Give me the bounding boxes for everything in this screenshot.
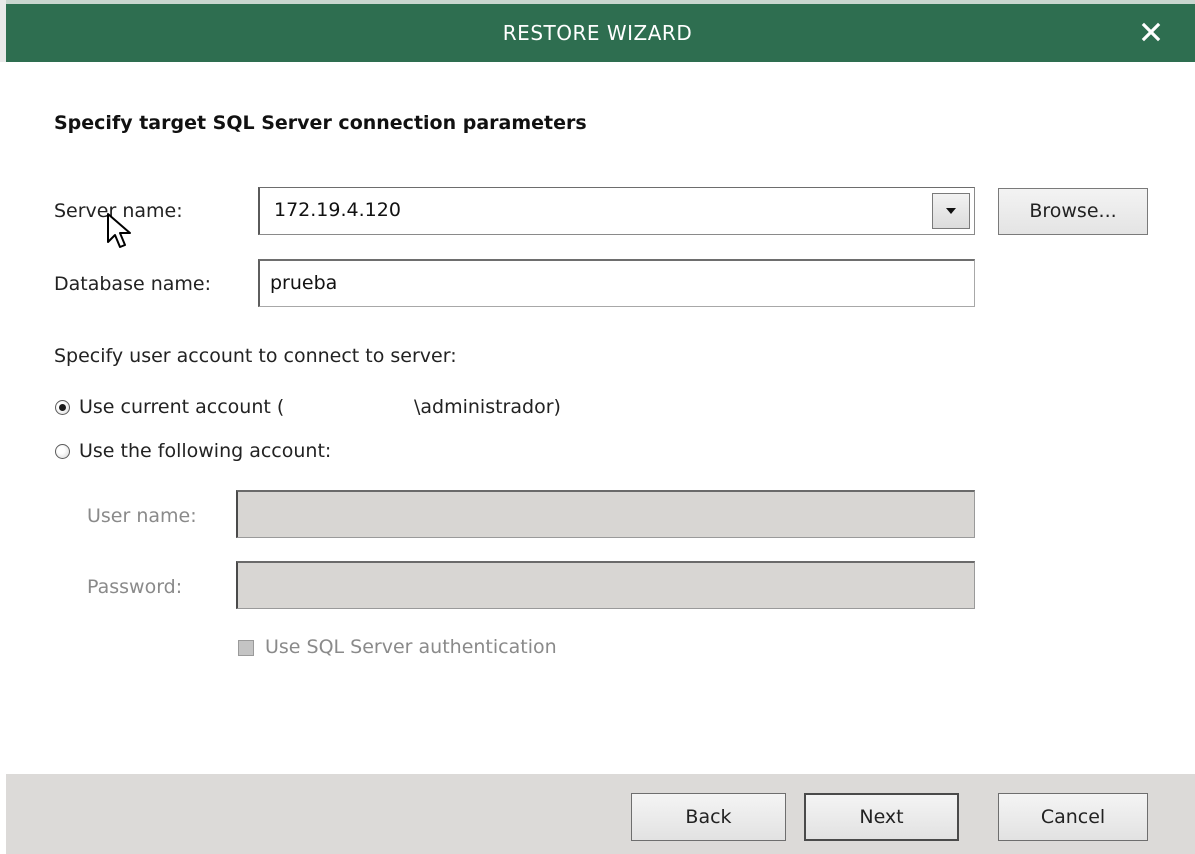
close-icon[interactable] (1137, 18, 1165, 46)
user-name-input[interactable] (236, 490, 975, 538)
server-name-label: Server name: (54, 200, 183, 222)
current-account-label[interactable]: Use current account ( (79, 396, 284, 418)
title-bar: RESTORE WIZARD (0, 0, 1195, 62)
database-name-input[interactable]: prueba (258, 259, 975, 307)
following-account-label[interactable]: Use the following account: (79, 440, 331, 462)
browse-button[interactable]: Browse... (998, 188, 1148, 235)
current-account-radio[interactable] (55, 400, 70, 415)
window-title: RESTORE WIZARD (502, 21, 693, 45)
window-edge (0, 0, 6, 62)
chevron-down-icon (946, 208, 956, 214)
sql-auth-checkbox[interactable] (238, 640, 254, 656)
server-name-combobox[interactable]: 172.19.4.120 (258, 187, 975, 235)
current-account-suffix: \administrador) (414, 396, 561, 418)
password-input[interactable] (236, 561, 975, 609)
next-button[interactable]: Next (804, 793, 959, 841)
following-account-radio[interactable] (55, 444, 70, 459)
server-name-value: 172.19.4.120 (274, 199, 401, 221)
account-prompt: Specify user account to connect to serve… (54, 345, 457, 367)
sql-auth-label[interactable]: Use SQL Server authentication (265, 636, 557, 658)
user-name-label: User name: (87, 505, 197, 527)
database-name-label: Database name: (54, 273, 211, 295)
dropdown-arrow-button[interactable] (932, 193, 970, 229)
back-button[interactable]: Back (631, 793, 786, 841)
password-label: Password: (87, 576, 183, 598)
page-heading: Specify target SQL Server connection par… (54, 112, 587, 134)
restore-wizard-window: RESTORE WIZARD Specify target SQL Server… (0, 0, 1195, 854)
cancel-button[interactable]: Cancel (998, 793, 1148, 841)
